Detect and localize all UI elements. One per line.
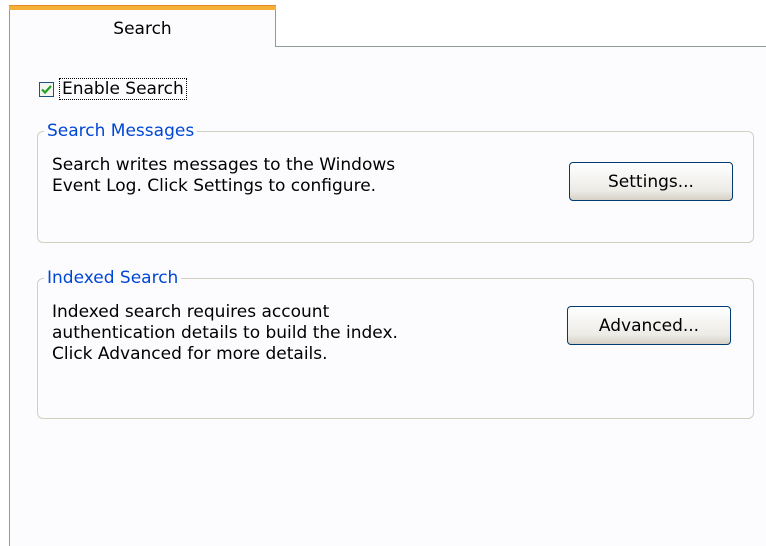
indexed-search-group: Indexed Search Indexed search requires a… [37,267,754,419]
settings-button-label: Settings... [608,171,694,192]
search-messages-text-line2: Event Log. Click Settings to configure. [52,176,377,196]
search-messages-text-line1: Search writes messages to the Windows [52,155,396,175]
tab-search[interactable]: Search [9,5,276,47]
enable-search-checkbox[interactable]: Enable Search [39,77,187,101]
settings-button[interactable]: Settings... [569,162,733,201]
indexed-search-text-line1: Indexed search requires account [52,302,330,322]
checkbox-box[interactable] [39,82,54,97]
search-messages-legend: Search Messages [44,120,198,142]
indexed-search-text: Indexed search requires account authenti… [52,302,398,365]
search-messages-text: Search writes messages to the Windows Ev… [52,155,395,197]
enable-search-label[interactable]: Enable Search [59,78,187,100]
advanced-button[interactable]: Advanced... [567,306,731,345]
tab-join [10,46,275,48]
tab-highlight [9,5,276,10]
indexed-search-legend: Indexed Search [44,267,182,289]
indexed-search-text-line2: authentication details to build the inde… [52,323,398,343]
advanced-button-label: Advanced... [598,315,700,336]
indexed-search-text-line3: Click Advanced for more details. [52,344,328,364]
checkmark-icon [41,85,52,95]
tab-search-label: Search [113,19,172,39]
